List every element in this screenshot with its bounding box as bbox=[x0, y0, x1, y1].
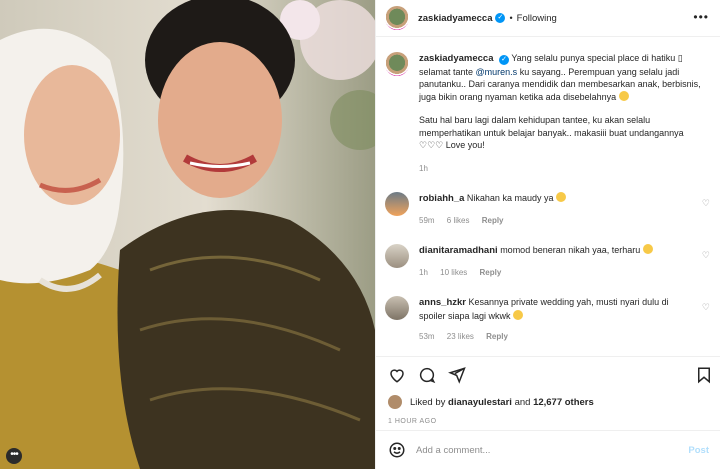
photo-illustration bbox=[0, 0, 375, 469]
comment-heart-icon[interactable]: ♡ bbox=[702, 250, 710, 261]
caption-username[interactable]: zaskiadyamecca bbox=[419, 53, 493, 64]
post-photo[interactable]: ••• bbox=[0, 0, 375, 469]
liked-by-and: and bbox=[514, 396, 531, 408]
caption-time[interactable]: 1h bbox=[419, 163, 709, 176]
post-header: zaskiadyamecca ✓ • Following ••• bbox=[376, 0, 720, 37]
commenter-avatar[interactable] bbox=[385, 192, 409, 216]
comment-username[interactable]: dianitaramadhani bbox=[419, 245, 498, 256]
caption-paragraph-2: Satu hal baru lagi dalam kehidupan tante… bbox=[419, 115, 684, 150]
comment-heart-icon[interactable]: ♡ bbox=[702, 198, 710, 209]
comment-username[interactable]: anns_hzkr bbox=[419, 297, 466, 308]
smile-emoji-icon bbox=[555, 192, 566, 202]
smiling-emoji-icon bbox=[618, 90, 629, 101]
comment-time[interactable]: 53m bbox=[419, 332, 435, 341]
commenter-avatar[interactable] bbox=[385, 296, 409, 320]
reply-button[interactable]: Reply bbox=[486, 332, 508, 341]
comment-item: robiahh_a Nikahan ka maudy ya 59m 6 like… bbox=[385, 192, 710, 227]
caption-text: zaskiadyamecca ✓ Yang selalu punya speci… bbox=[419, 52, 709, 175]
comment-text: Nikahan ka maudy ya bbox=[466, 193, 554, 203]
verified-badge-icon: ✓ bbox=[495, 13, 506, 23]
separator-dot: • bbox=[509, 13, 513, 23]
comment-icon[interactable] bbox=[418, 366, 436, 384]
post-timestamp[interactable]: 1 HOUR AGO bbox=[388, 418, 437, 425]
comment-time[interactable]: 1h bbox=[419, 268, 428, 277]
reply-button[interactable]: Reply bbox=[482, 216, 504, 225]
ellipsis-icon[interactable]: ••• bbox=[693, 10, 709, 24]
share-icon[interactable] bbox=[448, 366, 466, 384]
caption-avatar[interactable] bbox=[385, 52, 409, 76]
liked-by-prefix: Liked by bbox=[410, 396, 446, 408]
smile-icon[interactable] bbox=[388, 441, 406, 459]
bookmark-icon[interactable] bbox=[695, 366, 713, 384]
liked-by[interactable]: Liked by dianayulestari and 12,677 other… bbox=[388, 395, 594, 409]
instagram-post: ••• zaskiadyamecca ✓ • Following ••• zas… bbox=[0, 0, 720, 469]
teary-emoji-icon bbox=[642, 244, 653, 254]
author-username[interactable]: zaskiadyamecca bbox=[418, 13, 492, 24]
more-dots-icon[interactable]: ••• bbox=[6, 448, 22, 464]
author-avatar[interactable] bbox=[385, 6, 409, 30]
post-caption: zaskiadyamecca ✓ Yang selalu punya speci… bbox=[385, 52, 710, 175]
heart-icon[interactable] bbox=[388, 366, 406, 384]
comment-username[interactable]: robiahh_a bbox=[419, 193, 464, 204]
comment-likes[interactable]: 10 likes bbox=[440, 268, 467, 277]
liker-avatar[interactable] bbox=[388, 395, 402, 409]
reply-button[interactable]: Reply bbox=[480, 268, 502, 277]
comment-likes[interactable]: 23 likes bbox=[447, 332, 474, 341]
liked-by-user[interactable]: dianayulestari bbox=[448, 397, 512, 408]
add-comment-input[interactable]: Add a comment... bbox=[416, 445, 688, 456]
comment-item: anns_hzkr Kesannya private wedding yah, … bbox=[385, 296, 710, 344]
commenter-avatar[interactable] bbox=[385, 244, 409, 268]
post-sidebar: zaskiadyamecca ✓ • Following ••• zaskiad… bbox=[375, 0, 720, 469]
comment-text: momod beneran nikah yaa, terharu bbox=[500, 245, 641, 255]
laughing-emoji-icon bbox=[513, 309, 524, 320]
comment-item: dianitaramadhani momod beneran nikah yaa… bbox=[385, 244, 710, 279]
verified-badge-icon: ✓ bbox=[499, 55, 509, 65]
post-button[interactable]: Post bbox=[688, 445, 709, 456]
add-comment-bar: Add a comment... Post bbox=[376, 430, 720, 469]
comment-heart-icon[interactable]: ♡ bbox=[702, 302, 710, 313]
comment-time[interactable]: 59m bbox=[419, 216, 435, 225]
likes-count[interactable]: 12,677 others bbox=[533, 397, 594, 408]
caption-mention-link[interactable]: @muren.s bbox=[476, 67, 518, 77]
comment-likes[interactable]: 6 likes bbox=[447, 216, 470, 225]
following-button[interactable]: Following bbox=[517, 13, 557, 24]
